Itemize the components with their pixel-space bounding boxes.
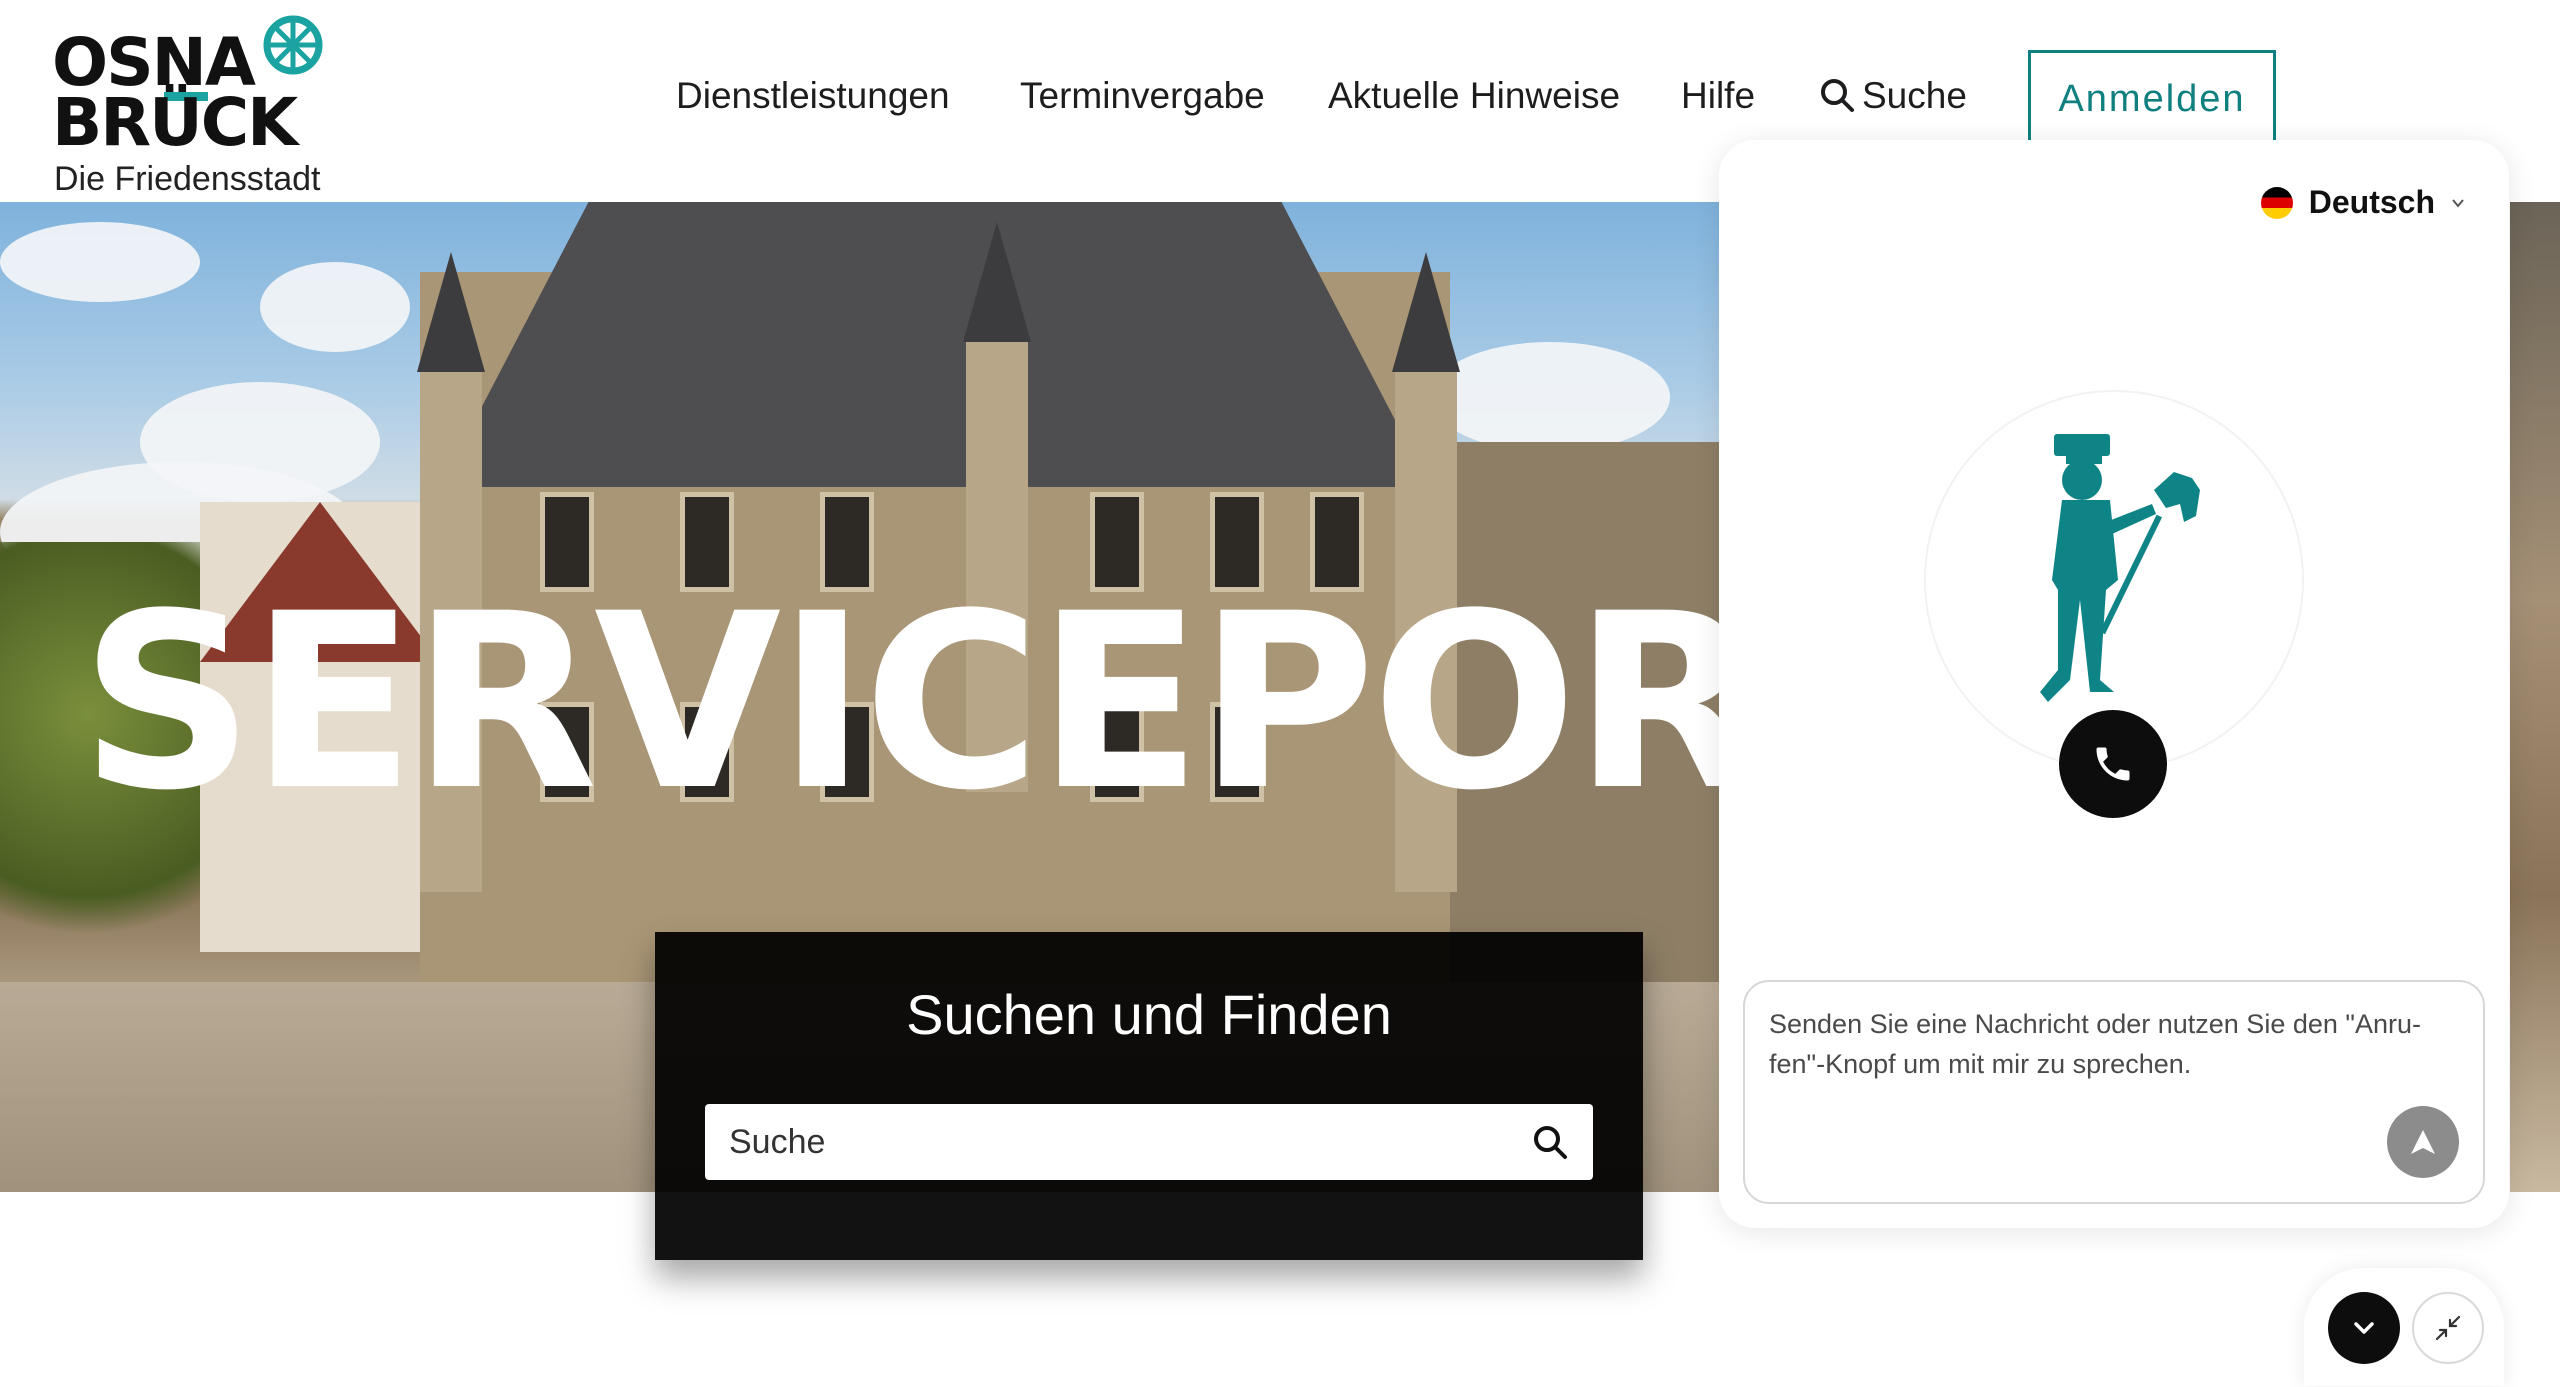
wheel-icon [263,15,323,75]
hobby-horse-rider-icon [2040,434,2200,702]
minimize-arrows-icon [2435,1315,2461,1341]
nav-aktuelle-hinweise[interactable]: Aktuelle Hinweise [1328,75,1620,117]
chevron-down-icon [2452,198,2464,208]
call-button[interactable] [2059,710,2167,818]
nav-dienstleistungen[interactable]: Dienstleistungen [676,75,950,117]
chevron-down-icon [2354,1322,2374,1334]
nav-terminvergabe[interactable]: Terminvergabe [1020,75,1265,117]
message-input[interactable]: Senden Sie eine Nachricht oder nutzen Si… [1743,980,2485,1204]
collapse-button[interactable] [2328,1292,2400,1364]
nav-suche-label: Suche [1862,75,1967,116]
language-selector[interactable]: Deutsch [2260,184,2465,221]
nav-hilfe[interactable]: Hilfe [1681,75,1755,117]
send-button[interactable] [2387,1106,2459,1178]
search-heading: Suchen und Finden [906,983,1392,1046]
message-placeholder: Senden Sie eine Nachricht oder nutzen Si… [1769,1009,2421,1079]
search-icon[interactable] [1531,1123,1569,1161]
logo-line-2: BRÜCK [52,84,298,161]
german-flag-icon [2260,186,2293,219]
phone-icon [2096,747,2130,781]
search-panel: Suchen und Finden [655,932,1643,1260]
search-input[interactable] [705,1104,1593,1180]
hero-title: SERVICEPOR [80,562,1720,844]
search-icon [1821,79,1854,112]
search-box [705,1104,1593,1180]
minimize-button[interactable] [2412,1292,2484,1364]
chat-widget: Deutsch Senden Sie eine Nachricht oder n… [1719,140,2509,1228]
widget-controls [2304,1268,2504,1386]
logo-subtitle: Die Friedensstadt [54,160,321,198]
hero-image-edge [2510,202,2560,1192]
language-label: Deutsch [2308,184,2435,220]
login-button[interactable]: Anmelden [2028,50,2276,150]
city-logo[interactable]: OSNA BRÜCK Die Friedensstadt [52,12,352,198]
nav-suche[interactable]: Suche [1818,75,1967,117]
send-icon [2411,1130,2435,1154]
